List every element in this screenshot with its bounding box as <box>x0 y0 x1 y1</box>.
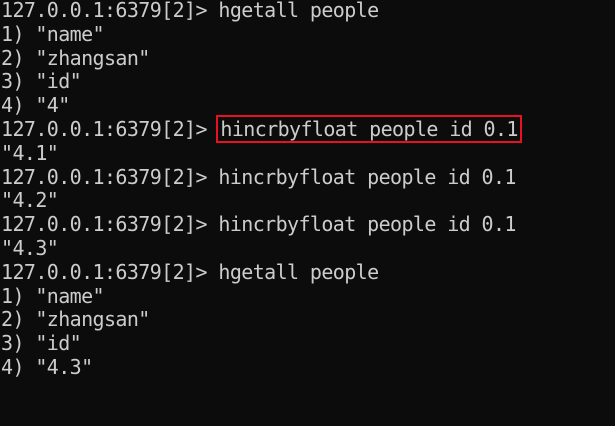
terminal-line: "4.3" <box>1 235 615 261</box>
output: "4.2" <box>1 188 59 213</box>
terminal-line: 1) "name" <box>1 283 615 309</box>
prompt: 127.0.0.1:6379[2]> <box>1 164 219 189</box>
highlighted-command: hincrbyfloat people id 0.1 <box>216 114 522 143</box>
command: hincrbyfloat people id 0.1 <box>218 164 516 189</box>
prompt: 127.0.0.1:6379[2]> <box>1 212 219 237</box>
terminal-line: 2) "zhangsan" <box>1 307 615 332</box>
command: hgetall people <box>218 259 379 284</box>
output: 2) "zhangsan" <box>1 307 150 332</box>
terminal-line: 127.0.0.1:6379[2]> hincrbyfloat people i… <box>1 164 615 190</box>
output: 1) "name" <box>1 283 105 308</box>
terminal-line: 3) "id" <box>1 331 615 356</box>
terminal-window[interactable]: 127.0.0.1:6379[2]> hgetall people 1) "na… <box>0 0 615 426</box>
output: "4.1" <box>1 140 59 165</box>
prompt: 127.0.0.1:6379[2]> <box>1 0 219 22</box>
terminal-line: 4) "4" <box>1 93 615 118</box>
terminal-line: "4.2" <box>1 188 615 213</box>
output: "4.3" <box>1 235 59 260</box>
prompt: 127.0.0.1:6379[2]> <box>1 259 219 284</box>
terminal-line: 127.0.0.1:6379[2]> hgetall people <box>1 259 615 285</box>
output: 4) "4" <box>1 93 70 118</box>
output: 3) "id" <box>1 331 82 356</box>
terminal-line: 127.0.0.1:6379[2]> hincrbyfloat people i… <box>1 114 615 143</box>
prompt: 127.0.0.1:6379[2]> <box>1 116 219 141</box>
output: 1) "name" <box>1 21 105 46</box>
output: 2) "zhangsan" <box>1 45 150 70</box>
terminal-line: 127.0.0.1:6379[2]> hgetall people <box>1 0 615 23</box>
terminal-line: "4.1" <box>1 140 615 166</box>
terminal-line: 4) "4.3" <box>1 354 615 380</box>
command: hgetall people <box>218 0 379 22</box>
command: hincrbyfloat people id 0.1 <box>218 212 516 237</box>
terminal-line: 1) "name" <box>1 21 615 47</box>
output: 3) "id" <box>1 69 82 94</box>
terminal-line: 3) "id" <box>1 69 615 94</box>
output: 4) "4.3" <box>1 354 93 379</box>
terminal-line: 2) "zhangsan" <box>1 45 615 71</box>
terminal-line: 127.0.0.1:6379[2]> hincrbyfloat people i… <box>1 212 615 237</box>
